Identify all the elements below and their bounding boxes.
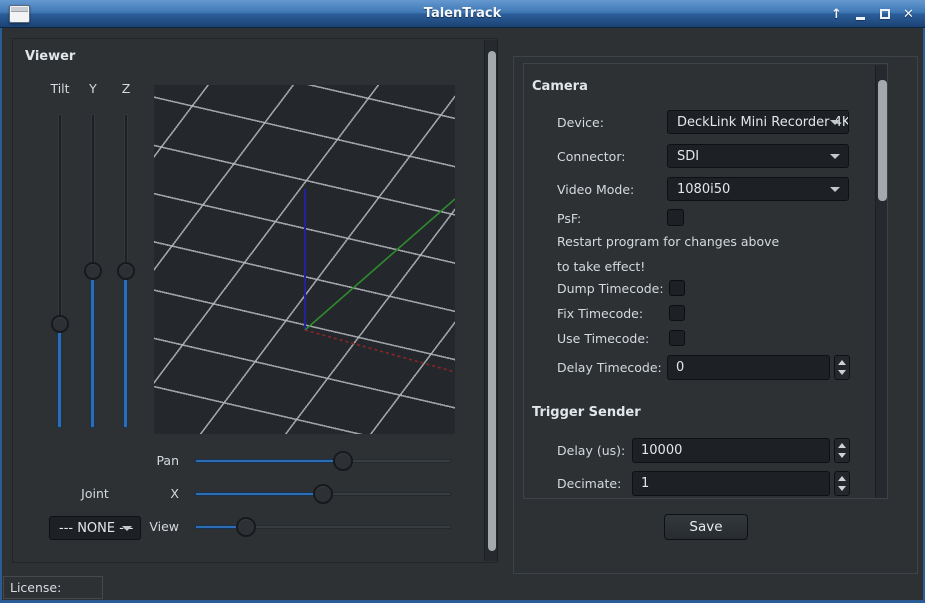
z-slider-handle[interactable] [117, 262, 135, 280]
fix-timecode-checkbox[interactable] [669, 305, 685, 321]
trigger-delay-value: 10000 [641, 443, 682, 458]
chevron-down-icon [122, 526, 132, 531]
x-slider-fill[interactable] [195, 492, 323, 496]
delay-timecode-field[interactable]: 0 [667, 355, 830, 380]
video-mode-dropdown-value: 1080i50 [677, 182, 730, 197]
minimize-button[interactable] [854, 6, 867, 22]
save-button-label: Save [689, 519, 722, 535]
decimate-value: 1 [641, 476, 649, 491]
window-title: TalenTrack [0, 0, 925, 28]
pan-slider[interactable] [195, 451, 451, 471]
camera-section-title: Camera [532, 79, 588, 94]
view-slider[interactable] [195, 517, 451, 537]
video-mode-dropdown[interactable]: 1080i50 [667, 177, 849, 201]
viewer-scrollbar-thumb[interactable] [488, 51, 496, 551]
spin-down-icon[interactable] [838, 453, 846, 458]
z-slider-track[interactable] [124, 114, 128, 271]
delay-timecode-label: Delay Timecode: [557, 360, 662, 375]
delay-timecode-spin-buttons [834, 355, 850, 380]
joint-label: Joint [65, 486, 125, 501]
close-button[interactable]: ✕ [902, 6, 915, 22]
spin-up-icon[interactable] [838, 443, 846, 448]
fix-timecode-label: Fix Timecode: [557, 306, 643, 321]
z-slider[interactable] [117, 114, 135, 428]
delay-timecode-value: 0 [676, 360, 684, 375]
device-dropdown-value: DeckLink Mini Recorder 4K [677, 115, 849, 130]
dump-timecode-checkbox[interactable] [669, 280, 685, 296]
spin-up-icon[interactable] [838, 476, 846, 481]
y-slider-fill[interactable] [90, 271, 95, 428]
connector-dropdown[interactable]: SDI [667, 144, 849, 168]
chevron-down-icon [830, 154, 840, 159]
video-mode-label: Video Mode: [557, 182, 634, 197]
settings-scrollbar-thumb[interactable] [878, 80, 887, 201]
decimate-field[interactable]: 1 [632, 471, 830, 496]
settings-scroll-area: Camera Device: DeckLink Mini Recorder 4K… [523, 63, 888, 499]
pan-slider-label: Pan [113, 453, 179, 468]
z-slider-label: Z [106, 81, 146, 96]
use-timecode-checkbox[interactable] [669, 330, 685, 346]
viewer-scrollbar-track[interactable] [484, 40, 498, 561]
window-controls: ↑ ✕ [830, 0, 915, 28]
minimize-icon [856, 17, 865, 20]
dump-timecode-label: Dump Timecode: [557, 281, 664, 296]
save-button[interactable]: Save [664, 514, 748, 540]
spin-down-icon[interactable] [838, 370, 846, 375]
y-slider[interactable] [84, 114, 102, 428]
spin-up-icon[interactable] [838, 360, 846, 365]
license-status: License: Online [3, 576, 103, 599]
x-slider[interactable] [195, 484, 451, 504]
viewer-title: Viewer [25, 49, 75, 64]
viewer-panel: Viewer Tilt Y Z [12, 38, 498, 563]
axis-right-line [305, 330, 455, 372]
decimate-spin-buttons [834, 471, 850, 496]
window-border-left [0, 28, 2, 603]
trigger-delay-label: Delay (us): [557, 443, 625, 458]
maximize-icon [880, 9, 890, 19]
use-timecode-label: Use Timecode: [557, 331, 649, 346]
settings-panel: Camera Device: DeckLink Mini Recorder 4K… [513, 56, 918, 574]
y-slider-track[interactable] [91, 114, 95, 271]
device-dropdown[interactable]: DeckLink Mini Recorder 4K [667, 110, 849, 134]
tilt-slider[interactable] [51, 114, 69, 428]
restart-note-line1: Restart program for changes above [557, 234, 779, 249]
view-slider-handle[interactable] [236, 517, 256, 537]
chevron-down-icon [830, 187, 840, 192]
chevron-down-icon [830, 120, 840, 125]
tilt-slider-fill[interactable] [57, 324, 62, 428]
pan-slider-handle[interactable] [333, 451, 353, 471]
z-slider-fill[interactable] [123, 271, 128, 428]
axis-forward-line [305, 199, 455, 330]
arrow-up-icon: ↑ [831, 8, 842, 21]
maximize-button[interactable] [878, 6, 891, 22]
trigger-delay-spin-buttons [834, 438, 850, 463]
spin-down-icon[interactable] [838, 486, 846, 491]
x-slider-handle[interactable] [313, 484, 333, 504]
tilt-slider-handle[interactable] [51, 315, 69, 333]
joint-dropdown[interactable]: --- NONE --- [49, 516, 141, 540]
psf-checkbox[interactable] [667, 209, 684, 226]
decimate-label: Decimate: [557, 476, 621, 491]
titlebar[interactable]: TalenTrack ↑ ✕ [0, 0, 925, 28]
connector-dropdown-value: SDI [677, 149, 699, 164]
settings-scrollbar-track[interactable] [875, 65, 888, 498]
3d-viewport[interactable] [154, 85, 455, 434]
psf-label: PsF: [557, 211, 581, 226]
tilt-slider-track[interactable] [58, 114, 62, 324]
app-window: TalenTrack ↑ ✕ Viewer Tilt Y Z [0, 0, 925, 603]
y-slider-handle[interactable] [84, 262, 102, 280]
trigger-sender-section-title: Trigger Sender [532, 405, 641, 420]
close-icon: ✕ [903, 8, 914, 21]
axes-overlay [154, 85, 455, 434]
trigger-delay-field[interactable]: 10000 [632, 438, 830, 463]
pan-slider-fill[interactable] [195, 459, 343, 463]
connector-label: Connector: [557, 149, 625, 164]
shade-button[interactable]: ↑ [830, 6, 843, 22]
device-label: Device: [557, 115, 604, 130]
restart-note-line2: to take effect! [557, 259, 645, 274]
